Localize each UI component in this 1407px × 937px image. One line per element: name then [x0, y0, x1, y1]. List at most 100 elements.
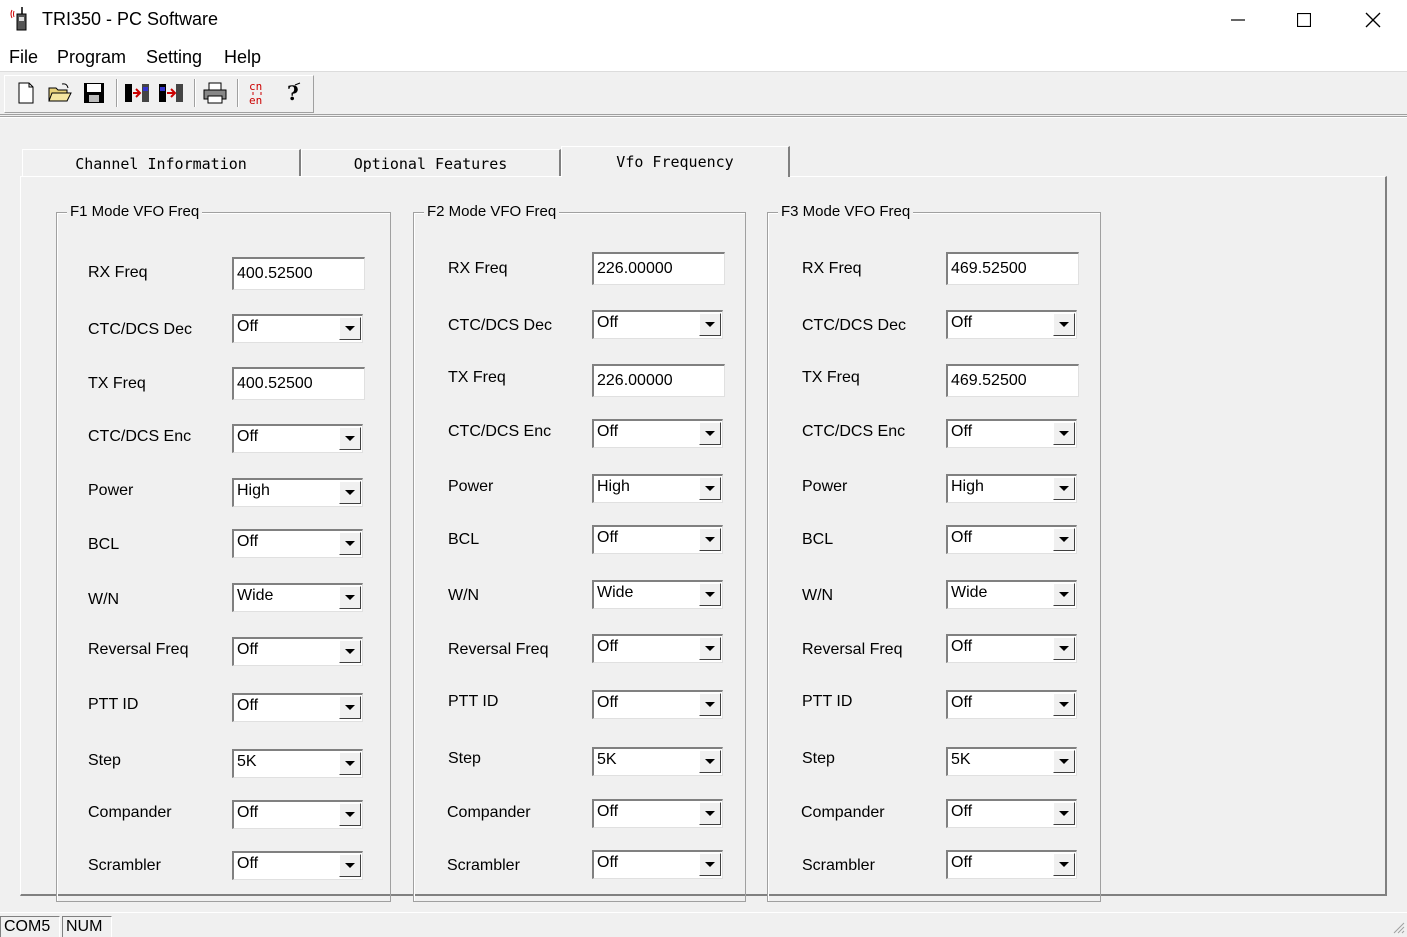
- menu-file[interactable]: File: [9, 47, 38, 68]
- f2-wn-select[interactable]: Wide: [592, 580, 723, 609]
- combo-value: Off: [597, 314, 619, 331]
- dropdown-arrow-icon[interactable]: [699, 693, 721, 716]
- dropdown-arrow-icon[interactable]: [339, 854, 361, 877]
- tab-vfo-frequency[interactable]: Vfo Frequency: [561, 146, 790, 177]
- f2-power-select[interactable]: High: [592, 474, 723, 503]
- combo-value: Off: [237, 428, 259, 445]
- f2-rx-freq-input[interactable]: [592, 252, 725, 285]
- dropdown-arrow-icon[interactable]: [699, 313, 721, 336]
- f3-compander-select[interactable]: Off: [946, 799, 1077, 828]
- f3-step-select[interactable]: 5K: [946, 747, 1077, 776]
- f2-tx-freq-input[interactable]: [592, 364, 725, 397]
- f1-wn-select[interactable]: Wide: [232, 583, 363, 612]
- dropdown-arrow-icon[interactable]: [1053, 750, 1075, 773]
- f1-step-select[interactable]: 5K: [232, 749, 363, 778]
- label-compander: Compander: [88, 804, 172, 821]
- f3-reversal-select[interactable]: Off: [946, 634, 1077, 663]
- label-scrambler: Scrambler: [88, 857, 161, 874]
- f1-ctc-enc-select[interactable]: Off: [232, 424, 363, 453]
- dropdown-arrow-icon[interactable]: [1053, 637, 1075, 660]
- f3-ptt-id-select[interactable]: Off: [946, 690, 1077, 719]
- close-button[interactable]: [1350, 0, 1396, 40]
- combo-value: Off: [951, 803, 973, 820]
- dropdown-arrow-icon[interactable]: [699, 477, 721, 500]
- dropdown-arrow-icon[interactable]: [1053, 802, 1075, 825]
- f1-rx-freq-input[interactable]: [232, 257, 365, 290]
- dropdown-arrow-icon[interactable]: [699, 422, 721, 445]
- f3-wn-select[interactable]: Wide: [946, 580, 1077, 609]
- group-title: F2 Mode VFO Freq: [424, 203, 560, 220]
- dropdown-arrow-icon[interactable]: [699, 637, 721, 660]
- dropdown-arrow-icon[interactable]: [1053, 583, 1075, 606]
- dropdown-arrow-icon[interactable]: [339, 640, 361, 663]
- f1-bcl-select[interactable]: Off: [232, 529, 363, 558]
- f3-ctc-enc-select[interactable]: Off: [946, 419, 1077, 448]
- dropdown-arrow-icon[interactable]: [1053, 853, 1075, 876]
- f2-ctc-enc-select[interactable]: Off: [592, 419, 723, 448]
- resize-grip-icon[interactable]: [1391, 920, 1405, 934]
- dropdown-arrow-icon[interactable]: [339, 317, 361, 340]
- f3-bcl-select[interactable]: Off: [946, 525, 1077, 554]
- tab-channel-information[interactable]: Channel Information: [22, 149, 301, 177]
- dropdown-arrow-icon[interactable]: [699, 583, 721, 606]
- menu-setting[interactable]: Setting: [146, 47, 202, 68]
- dropdown-arrow-icon[interactable]: [339, 803, 361, 826]
- f1-power-select[interactable]: High: [232, 478, 363, 507]
- f2-ctc-dec-select[interactable]: Off: [592, 310, 723, 339]
- f2-compander-select[interactable]: Off: [592, 799, 723, 828]
- combo-value: Wide: [237, 587, 274, 604]
- open-file-button[interactable]: [47, 79, 73, 107]
- menu-help[interactable]: Help: [224, 47, 261, 68]
- f2-bcl-select[interactable]: Off: [592, 525, 723, 554]
- combo-value: Off: [237, 804, 259, 821]
- f2-step-select[interactable]: 5K: [592, 747, 723, 776]
- dropdown-arrow-icon[interactable]: [699, 853, 721, 876]
- dropdown-arrow-icon[interactable]: [1053, 477, 1075, 500]
- f1-ptt-id-select[interactable]: Off: [232, 693, 363, 722]
- menu-program[interactable]: Program: [57, 47, 126, 68]
- f1-ctc-dec-select[interactable]: Off: [232, 314, 363, 343]
- f1-compander-select[interactable]: Off: [232, 800, 363, 829]
- combo-value: Off: [951, 529, 973, 546]
- dropdown-arrow-icon[interactable]: [339, 427, 361, 450]
- help-button[interactable]: ?: [280, 79, 306, 107]
- maximize-button[interactable]: [1281, 0, 1327, 40]
- combo-value: Off: [597, 694, 619, 711]
- read-from-radio-button[interactable]: [124, 79, 150, 107]
- f1-reversal-select[interactable]: Off: [232, 637, 363, 666]
- f2-scrambler-select[interactable]: Off: [592, 850, 723, 879]
- label-compander: Compander: [801, 804, 885, 821]
- save-button[interactable]: [81, 79, 107, 107]
- toolbar: cn en ?: [0, 73, 1407, 115]
- f2-reversal-select[interactable]: Off: [592, 634, 723, 663]
- dropdown-arrow-icon[interactable]: [339, 532, 361, 555]
- f2-ptt-id-select[interactable]: Off: [592, 690, 723, 719]
- f3-power-select[interactable]: High: [946, 474, 1077, 503]
- new-file-button[interactable]: [13, 79, 39, 107]
- f1-tx-freq-input[interactable]: [232, 367, 365, 400]
- dropdown-arrow-icon[interactable]: [339, 586, 361, 609]
- dropdown-arrow-icon[interactable]: [339, 481, 361, 504]
- minimize-button[interactable]: [1215, 0, 1261, 40]
- dropdown-arrow-icon[interactable]: [699, 750, 721, 773]
- dropdown-arrow-icon[interactable]: [1053, 693, 1075, 716]
- f3-rx-freq-input[interactable]: [946, 252, 1079, 285]
- label-ptt-id: PTT ID: [88, 696, 139, 713]
- dropdown-arrow-icon[interactable]: [1053, 422, 1075, 445]
- dropdown-arrow-icon[interactable]: [699, 802, 721, 825]
- dropdown-arrow-icon[interactable]: [1053, 313, 1075, 336]
- f3-ctc-dec-select[interactable]: Off: [946, 310, 1077, 339]
- status-num-lock: NUM: [62, 916, 112, 937]
- f3-tx-freq-input[interactable]: [946, 364, 1079, 397]
- dropdown-arrow-icon[interactable]: [1053, 528, 1075, 551]
- write-to-radio-button[interactable]: [158, 79, 184, 107]
- write-to-radio-icon: [159, 84, 183, 102]
- f3-scrambler-select[interactable]: Off: [946, 850, 1077, 879]
- tab-optional-features[interactable]: Optional Features: [301, 149, 561, 177]
- dropdown-arrow-icon[interactable]: [699, 528, 721, 551]
- dropdown-arrow-icon[interactable]: [339, 752, 361, 775]
- language-toggle-button[interactable]: cn en: [246, 79, 272, 107]
- dropdown-arrow-icon[interactable]: [339, 696, 361, 719]
- print-button[interactable]: [202, 79, 228, 107]
- f1-scrambler-select[interactable]: Off: [232, 851, 363, 880]
